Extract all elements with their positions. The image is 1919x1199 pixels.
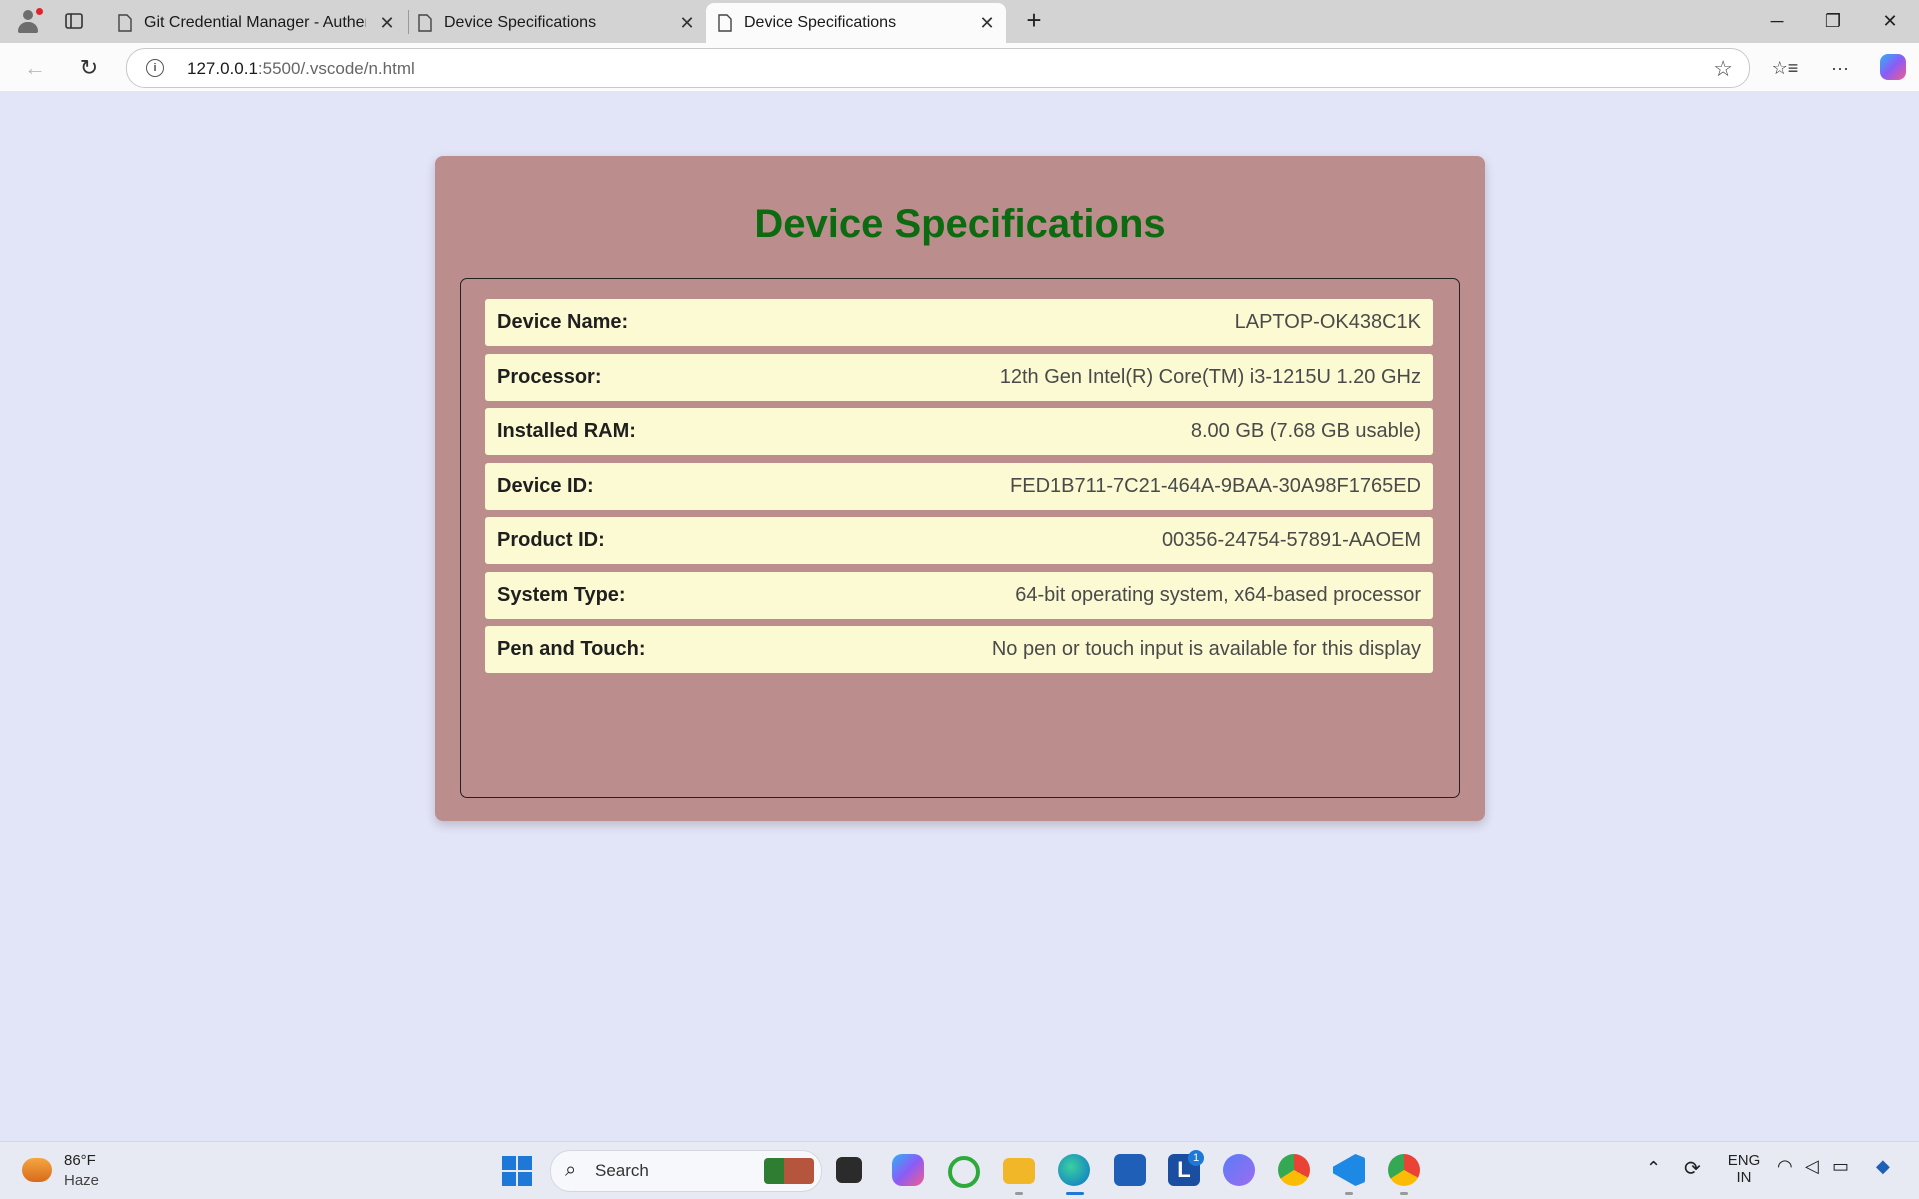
spec-row-system-type: System Type: 64-bit operating system, x6… — [485, 572, 1433, 619]
spec-list: Device Name: LAPTOP-OK438C1K Processor: … — [460, 278, 1460, 798]
tab-actions-icon[interactable] — [64, 11, 84, 31]
spec-value: 8.00 GB (7.68 GB usable) — [1190, 420, 1421, 442]
weather-temperature: 86°F — [64, 1152, 96, 1169]
spec-value: 00356-24754-57891-AAOEM — [1161, 529, 1421, 551]
close-tab-icon[interactable]: ✕ — [376, 12, 398, 34]
running-indicator — [1400, 1192, 1408, 1195]
volume-icon[interactable]: ◁ — [1805, 1156, 1819, 1177]
copilot-icon[interactable] — [1880, 54, 1906, 80]
refresh-icon[interactable]: ↻ — [74, 53, 104, 83]
battery-icon[interactable]: ▭ — [1832, 1156, 1849, 1177]
search-highlight-image — [764, 1158, 814, 1184]
vscode-icon[interactable] — [1333, 1154, 1365, 1186]
profile-head — [23, 10, 33, 20]
sync-app-icon[interactable] — [948, 1156, 980, 1188]
tab-label: Device Specifications — [444, 14, 597, 31]
chrome-profile-icon[interactable] — [1388, 1154, 1420, 1186]
specs-card: Device Specifications Device Name: LAPTO… — [435, 156, 1485, 821]
active-indicator — [1066, 1192, 1084, 1195]
spec-value: 64-bit operating system, x64-based proce… — [1015, 584, 1421, 606]
spec-key: Installed RAM: — [497, 420, 636, 442]
document-icon — [118, 14, 132, 32]
new-tab-button[interactable]: + — [1020, 6, 1048, 34]
windows-taskbar: 86°F Haze ⌕ Search L 1 ⌃ ⟳ ENG IN ◠ ◁ ▭ … — [0, 1141, 1919, 1199]
search-label: Search — [595, 1161, 649, 1180]
tab-device-specifications-1[interactable]: Device Specifications ✕ — [406, 3, 706, 43]
running-indicator — [1345, 1192, 1353, 1195]
close-window-button[interactable]: ✕ — [1870, 6, 1910, 36]
weather-condition: Haze — [64, 1172, 100, 1189]
close-tab-icon[interactable]: ✕ — [676, 12, 698, 34]
spec-key: Device Name: — [497, 311, 629, 333]
spec-key: System Type: — [497, 584, 626, 606]
tab-label: Git Credential Manager - Authent — [144, 14, 366, 31]
weather-haze-icon — [22, 1158, 52, 1182]
spec-row-installed-ram: Installed RAM: 8.00 GB (7.68 GB usable) — [485, 408, 1433, 455]
tab-device-specifications-2[interactable]: Device Specifications ✕ — [706, 3, 1006, 43]
language-code: ENG — [1727, 1152, 1761, 1169]
edge-browser-icon[interactable] — [1058, 1154, 1090, 1186]
spec-key: Processor: — [497, 366, 602, 388]
spec-value: 12th Gen Intel(R) Core(TM) i3-1215U 1.20… — [999, 366, 1421, 388]
spec-row-product-id: Product ID: 00356-24754-57891-AAOEM — [485, 517, 1433, 564]
search-icon: ⌕ — [565, 1159, 577, 1181]
spec-value: No pen or touch input is available for t… — [991, 638, 1421, 660]
running-indicator — [1015, 1192, 1023, 1195]
page-title: Device Specifications — [754, 202, 1166, 246]
spec-row-processor: Processor: 12th Gen Intel(R) Core(TM) i3… — [485, 354, 1433, 401]
restore-button[interactable]: ❐ — [1813, 6, 1853, 36]
chrome-icon[interactable] — [1278, 1154, 1310, 1186]
microsoft-store-icon[interactable] — [1114, 1154, 1146, 1186]
spec-value: FED1B711-7C21-464A-9BAA-30A98F1765ED — [1010, 475, 1421, 497]
spec-key: Device ID: — [497, 475, 594, 497]
language-indicator[interactable]: ENG IN — [1727, 1152, 1761, 1186]
more-options-icon[interactable]: ··· — [1825, 53, 1855, 83]
notification-bell-icon[interactable]: ◆ — [1876, 1156, 1890, 1177]
wifi-icon[interactable]: ◠ — [1777, 1156, 1793, 1177]
taskbar-search-box[interactable]: ⌕ Search — [550, 1150, 822, 1192]
minimize-button[interactable]: ─ — [1757, 6, 1797, 36]
spec-key: Product ID: — [497, 529, 605, 551]
spec-row-device-name: Device Name: LAPTOP-OK438C1K — [485, 299, 1433, 346]
document-icon — [718, 14, 732, 32]
copilot-app-icon[interactable] — [892, 1154, 924, 1186]
browser-tab-bar: Git Credential Manager - Authent ✕ Devic… — [0, 0, 1919, 43]
update-sync-icon[interactable]: ⟳ — [1684, 1156, 1701, 1181]
spec-row-device-id: Device ID: FED1B711-7C21-464A-9BAA-30A98… — [485, 463, 1433, 510]
spec-key: Pen and Touch: — [497, 638, 646, 660]
notification-dot — [36, 8, 43, 15]
notification-badge: 1 — [1188, 1150, 1204, 1166]
tab-label: Device Specifications — [744, 14, 897, 31]
profile-avatar-icon[interactable] — [14, 8, 43, 36]
profile-body — [18, 22, 38, 33]
address-bar[interactable]: i 127.0.0.1:5500/.vscode/n.html ☆ — [126, 48, 1750, 88]
url-host: 127.0.0.1 — [187, 59, 258, 78]
site-info-icon[interactable]: i — [146, 59, 164, 77]
region-code: IN — [1736, 1169, 1752, 1186]
page-viewport: Device Specifications Device Name: LAPTO… — [4, 91, 1915, 1137]
start-button-icon[interactable] — [502, 1156, 532, 1186]
show-hidden-icons-chevron-icon[interactable]: ⌃ — [1646, 1158, 1661, 1179]
app-icon[interactable] — [1223, 1154, 1255, 1186]
spec-row-pen-and-touch: Pen and Touch: No pen or touch input is … — [485, 626, 1433, 673]
url-path: :5500/.vscode/n.html — [257, 59, 415, 78]
spec-value: LAPTOP-OK438C1K — [1234, 311, 1421, 333]
url-text[interactable]: 127.0.0.1:5500/.vscode/n.html — [187, 59, 415, 79]
tab-git-credential-manager[interactable]: Git Credential Manager - Authent ✕ — [106, 3, 406, 43]
close-tab-icon[interactable]: ✕ — [976, 12, 998, 34]
back-arrow-icon[interactable]: ← — [20, 53, 50, 83]
favorite-star-icon[interactable]: ☆ — [1713, 56, 1733, 82]
browser-toolbar: ← ↻ i 127.0.0.1:5500/.vscode/n.html ☆ ☆≡… — [0, 43, 1919, 91]
file-explorer-icon[interactable] — [1003, 1158, 1035, 1184]
document-icon — [418, 14, 432, 32]
task-view-icon[interactable] — [836, 1157, 862, 1183]
favorites-icon[interactable]: ☆≡ — [1770, 53, 1800, 83]
